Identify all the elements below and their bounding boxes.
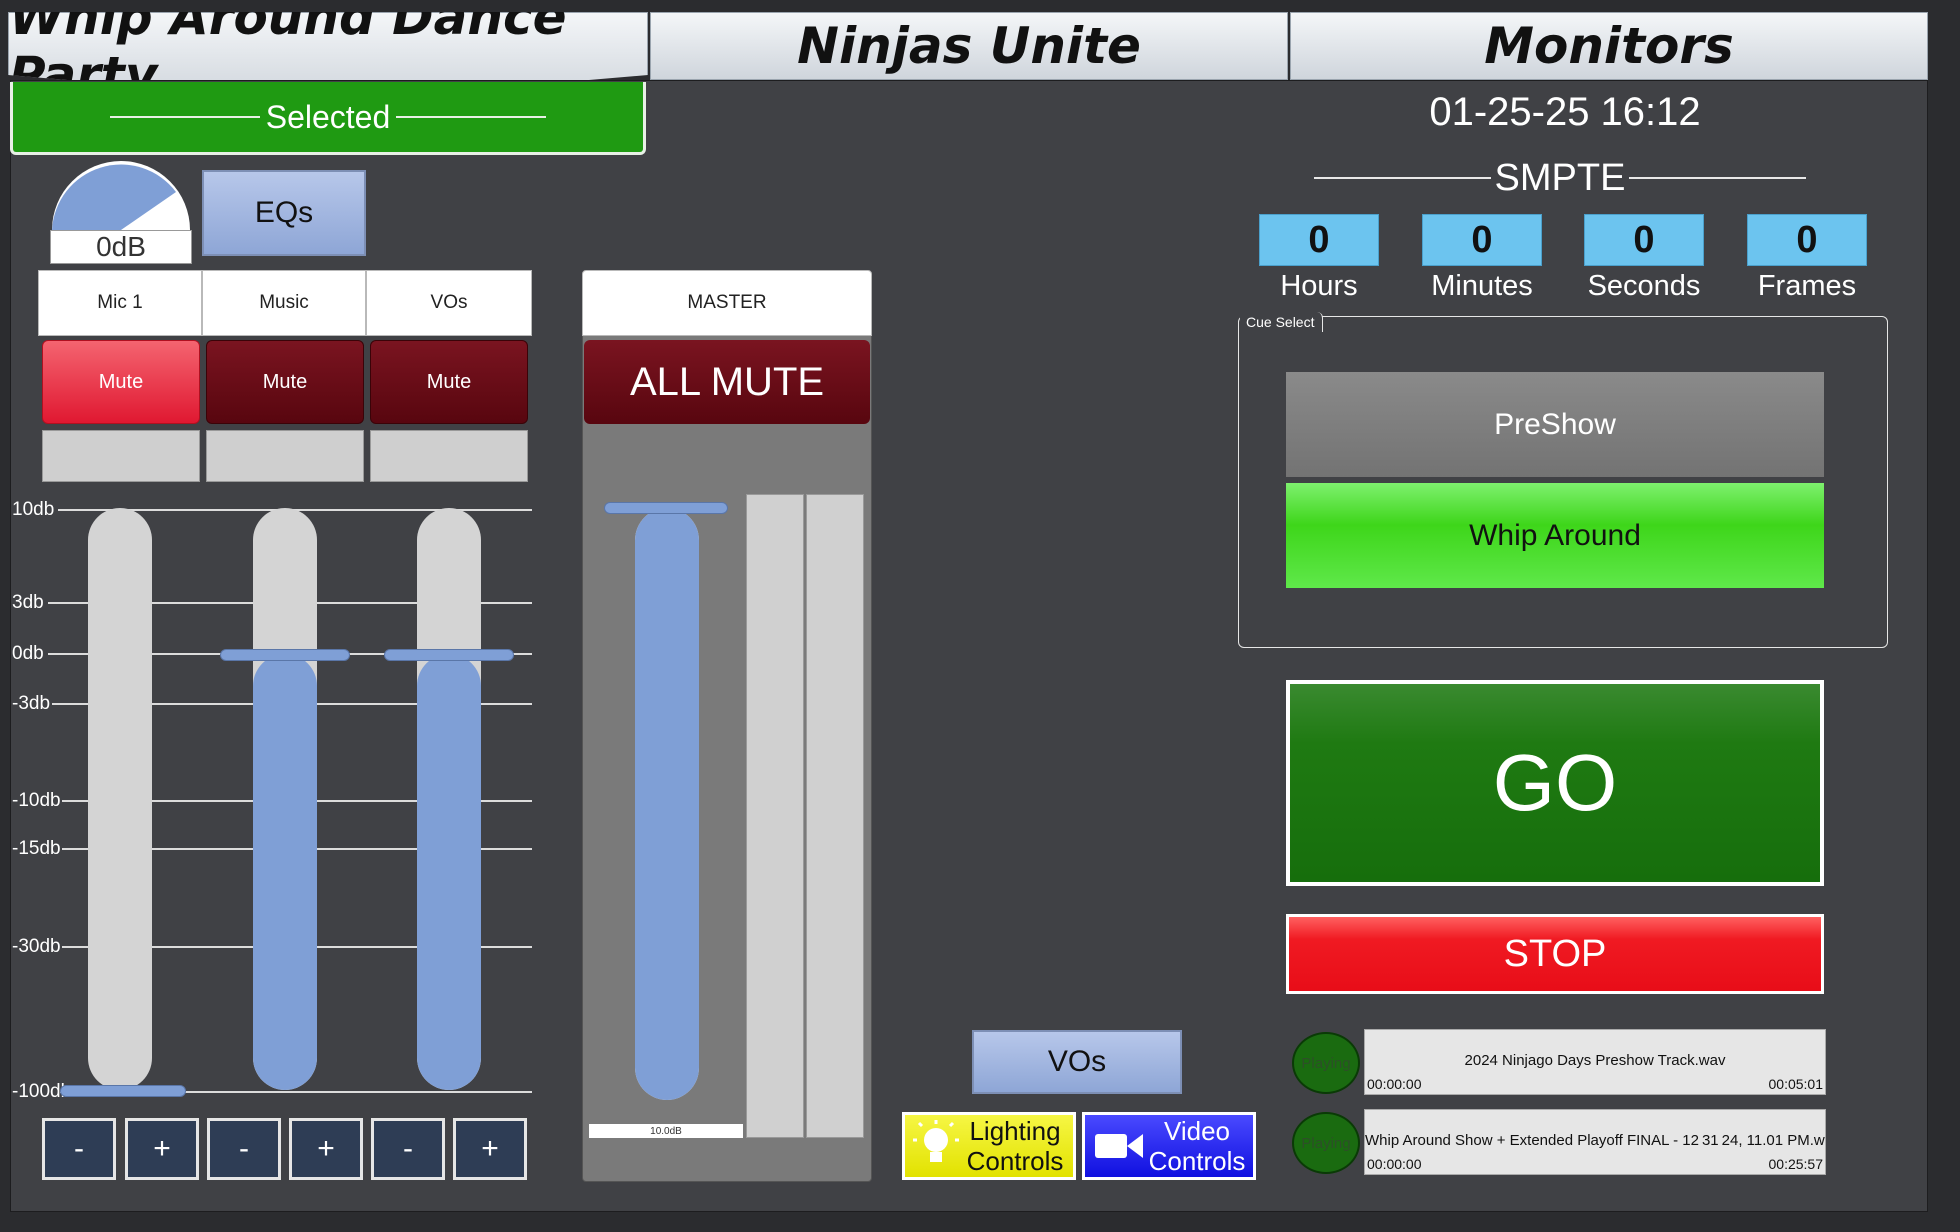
playing-indicator[interactable]: Playing (1292, 1032, 1360, 1094)
channel-meter-mic1 (42, 430, 200, 482)
plus-button-music[interactable]: + (289, 1118, 363, 1180)
lighting-controls-label: Lighting Controls (966, 1116, 1064, 1176)
cue-preshow-button[interactable]: PreShow (1286, 372, 1824, 477)
fader-fill-music (253, 653, 317, 1090)
video-controls-label: Video Controls (1148, 1116, 1246, 1176)
video-controls-button[interactable]: Video Controls (1082, 1112, 1256, 1180)
scale-label: 0db (12, 643, 44, 664)
vos-label: VOs (1047, 1045, 1107, 1078)
fader-thumb-music[interactable] (220, 649, 350, 661)
tab-label: Monitors (1484, 17, 1734, 75)
selected-label: Selected (265, 98, 391, 135)
smpte-frames: 0 (1747, 214, 1867, 266)
minus-button-vos[interactable]: - (371, 1118, 445, 1180)
playing-indicator[interactable]: Playing (1292, 1112, 1360, 1174)
video-camera-icon (1095, 1134, 1143, 1158)
cue-whip-around-button[interactable]: Whip Around (1286, 483, 1824, 588)
scale-label: -3db (12, 693, 51, 714)
fader-track-master[interactable] (635, 508, 699, 1100)
smpte-seconds: 0 (1584, 214, 1704, 266)
fader-fill-vos (417, 653, 481, 1090)
mute-button-music[interactable]: Mute (206, 340, 364, 424)
player-track-title: Whip Around Show + Extended Playoff FINA… (1365, 1132, 1825, 1149)
master-readout: 10.0dB (589, 1124, 743, 1138)
fader-fill-master (635, 508, 699, 1100)
scale-label: -30db (12, 936, 61, 957)
channel-label-music: Music (202, 270, 366, 336)
fader-thumb-vos[interactable] (384, 649, 514, 661)
smpte-hours: 0 (1259, 214, 1379, 266)
meter-left (746, 494, 804, 1138)
selected-indicator: Selected (10, 82, 646, 155)
smpte-label-frames: Frames (1757, 270, 1857, 302)
player-elapsed: 00:00:00 (1367, 1076, 1422, 1092)
scale-label: 3db (12, 592, 44, 613)
go-button[interactable]: GO (1286, 680, 1824, 886)
minus-button-mic1[interactable]: - (42, 1118, 116, 1180)
eqs-button[interactable]: EQs (202, 170, 366, 256)
all-mute-button[interactable]: ALL MUTE (584, 340, 870, 424)
eqs-label: EQs (254, 196, 314, 229)
player-duration: 00:25:57 (1768, 1156, 1824, 1172)
mute-button-mic1[interactable]: Mute (42, 340, 200, 424)
player-track-title: 2024 Ninjago Days Preshow Track.wav (1464, 1052, 1726, 1069)
smpte-title: SMPTE (1494, 156, 1626, 199)
smpte-label-minutes: Minutes (1431, 270, 1533, 302)
fader-track-mic1[interactable] (88, 508, 152, 1090)
channel-label-vos: VOs (366, 270, 532, 336)
cue-select-legend: Cue Select (1240, 312, 1324, 332)
mute-button-vos[interactable]: Mute (370, 340, 528, 424)
plus-button-mic1[interactable]: + (125, 1118, 199, 1180)
smpte-header: SMPTE (1314, 156, 1806, 200)
tab-ninjas-unite[interactable]: Ninjas Unite (650, 12, 1288, 80)
meter-right (806, 494, 864, 1138)
lightbulb-icon (913, 1120, 959, 1162)
player-duration: 00:05:01 (1768, 1076, 1824, 1092)
player-elapsed: 00:00:00 (1367, 1156, 1422, 1172)
master-label: MASTER (582, 270, 872, 336)
scale-label: -15db (12, 838, 61, 859)
gain-knob[interactable]: 0dB (50, 158, 192, 264)
plus-button-vos[interactable]: + (453, 1118, 527, 1180)
minus-button-music[interactable]: - (207, 1118, 281, 1180)
lighting-controls-button[interactable]: Lighting Controls (902, 1112, 1076, 1180)
gain-readout: 0dB (50, 230, 192, 264)
tab-monitors[interactable]: Monitors (1290, 12, 1928, 80)
fader-thumb-mic1[interactable] (60, 1085, 186, 1097)
channel-meter-vos (370, 430, 528, 482)
player-track-1: 2024 Ninjago Days Preshow Track.wav 00:0… (1364, 1029, 1826, 1095)
stop-label: STOP (1503, 932, 1607, 975)
fader-track-vos[interactable] (417, 508, 481, 1090)
smpte-label-hours: Hours (1280, 270, 1358, 302)
stop-button[interactable]: STOP (1286, 914, 1824, 994)
scale-label: -10db (12, 790, 61, 811)
cue-select-group (1238, 316, 1888, 648)
tab-label: Ninjas Unite (797, 17, 1141, 75)
smpte-minutes: 0 (1422, 214, 1542, 266)
scale-label: 10db (12, 499, 55, 520)
fader-thumb-master[interactable] (604, 502, 728, 514)
channel-label-mic1: Mic 1 (38, 270, 202, 336)
player-track-2: Whip Around Show + Extended Playoff FINA… (1364, 1109, 1826, 1175)
datetime: 01-25-25 16:12 (1429, 90, 1701, 134)
fader-track-music[interactable] (253, 508, 317, 1090)
channel-meter-music (206, 430, 364, 482)
smpte-label-seconds: Seconds (1587, 270, 1701, 302)
go-label: GO (1492, 738, 1618, 827)
vos-button[interactable]: VOs (972, 1030, 1182, 1094)
